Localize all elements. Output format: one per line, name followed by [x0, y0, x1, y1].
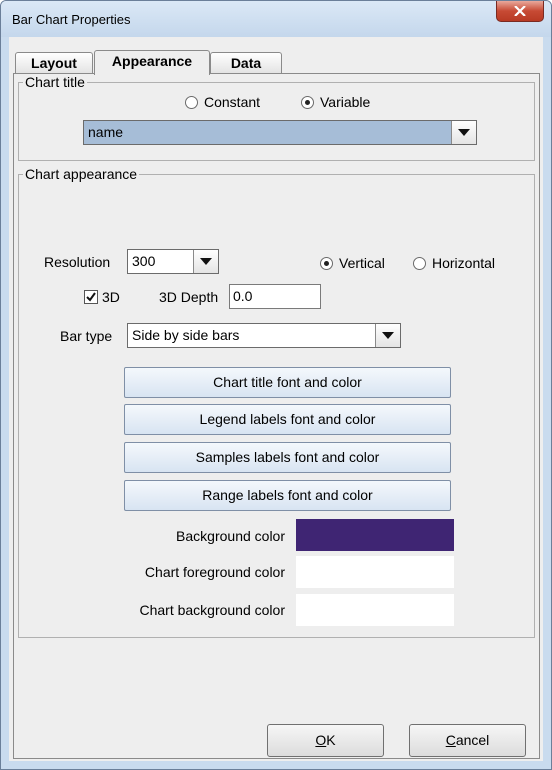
cancel-mnemonic: C [445, 732, 456, 748]
radio-circle [185, 95, 198, 109]
tab-layout[interactable]: Layout [15, 52, 93, 74]
bar-type-value: Side by side bars [132, 327, 240, 343]
three-d-checkbox[interactable] [84, 290, 98, 304]
chevron-down-icon [458, 129, 470, 136]
title-bar[interactable]: Bar Chart Properties [1, 1, 551, 37]
chart-appearance-legend: Chart appearance [25, 166, 138, 182]
close-icon [514, 6, 526, 16]
appearance-panel: Chart title Constant Variable name Chart… [13, 73, 540, 715]
cancel-label-rest: ancel [455, 732, 490, 748]
variable-label: Variable [320, 94, 371, 110]
constant-radio[interactable]: Constant [185, 94, 260, 110]
variable-radio[interactable]: Variable [301, 94, 370, 110]
resolution-dropdown-button[interactable] [193, 250, 218, 273]
background-color-swatch[interactable] [296, 519, 454, 551]
tab-appearance[interactable]: Appearance [94, 50, 210, 75]
dialog-content: Layout Appearance Data Chart title Const… [9, 37, 543, 761]
chevron-down-icon [200, 258, 212, 265]
chart-foreground-color-swatch[interactable] [296, 556, 454, 588]
legend-labels-font-button[interactable]: Legend labels font and color [124, 404, 451, 435]
chart-title-variable-combo[interactable]: name [83, 120, 477, 145]
background-color-label: Background color [176, 528, 285, 544]
chart-title-value: name [88, 124, 124, 140]
chart-title-dropdown-button[interactable] [451, 121, 476, 144]
resolution-value: 300 [132, 253, 156, 269]
ok-button[interactable]: OK [267, 724, 384, 757]
button-bar: OK Cancel [13, 713, 540, 759]
chart-title-font-button[interactable]: Chart title font and color [124, 367, 451, 398]
range-labels-font-button[interactable]: Range labels font and color [124, 480, 451, 511]
horizontal-radio[interactable]: Horizontal [413, 255, 495, 271]
checkmark-icon [86, 292, 96, 302]
resolution-combo[interactable]: 300 [127, 249, 219, 274]
depth-value: 0.0 [233, 288, 253, 304]
horizontal-label: Horizontal [432, 255, 496, 271]
vertical-radio[interactable]: Vertical [320, 255, 385, 271]
depth-input[interactable]: 0.0 [229, 284, 321, 309]
radio-circle-selected [320, 256, 333, 270]
chart-foreground-color-label: Chart foreground color [144, 564, 285, 580]
radio-circle-selected [301, 95, 314, 109]
bar-type-label: Bar type [60, 328, 113, 344]
chart-background-color-label: Chart background color [139, 602, 285, 618]
radio-circle [413, 256, 426, 270]
chevron-down-icon [382, 332, 394, 339]
cancel-button[interactable]: Cancel [409, 724, 526, 757]
chart-background-color-swatch[interactable] [296, 594, 454, 626]
constant-label: Constant [204, 94, 261, 110]
resolution-label: Resolution [44, 254, 111, 270]
three-d-label: 3D [102, 289, 120, 305]
ok-mnemonic: O [315, 732, 327, 748]
window-title: Bar Chart Properties [12, 12, 131, 27]
bar-type-dropdown-button[interactable] [375, 324, 400, 347]
chart-title-group: Chart title [18, 74, 535, 161]
ok-label-rest: K [326, 732, 336, 748]
dialog-window: Bar Chart Properties Layout Appearance D… [0, 0, 552, 770]
depth-label: 3D Depth [159, 289, 219, 305]
close-button[interactable] [496, 1, 544, 22]
tab-data[interactable]: Data [210, 52, 282, 74]
vertical-label: Vertical [339, 255, 385, 271]
bar-type-combo[interactable]: Side by side bars [127, 323, 401, 348]
chart-title-legend: Chart title [25, 74, 85, 90]
samples-labels-font-button[interactable]: Samples labels font and color [124, 442, 451, 473]
